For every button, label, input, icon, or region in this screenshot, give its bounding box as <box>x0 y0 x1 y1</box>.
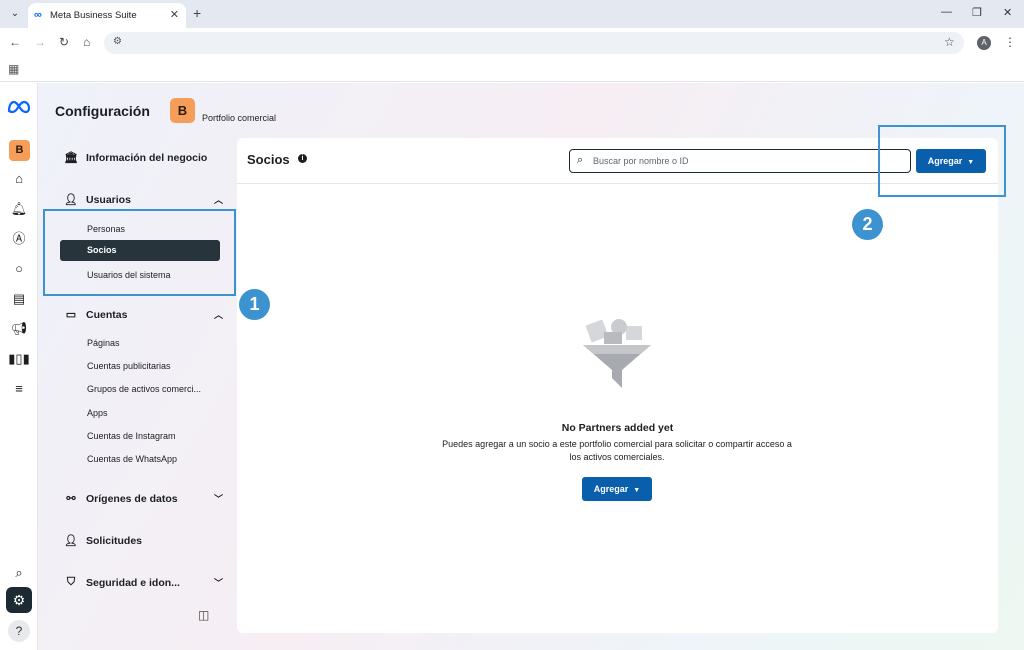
home-icon[interactable]: ⌂ <box>83 35 90 49</box>
browser-toolbar: ← → ↻ ⌂ ⚙ ☆ ⋮ <box>0 28 1024 58</box>
new-tab-icon[interactable]: + <box>193 5 201 21</box>
page-title: Configuración <box>55 103 150 119</box>
collapse-sidebar-icon[interactable]: ◫ <box>198 608 209 622</box>
bookmark-star-icon[interactable]: ☆ <box>944 35 955 49</box>
users-badge-icon: 👤︎ <box>64 194 78 206</box>
info-icon[interactable]: i <box>298 154 307 163</box>
step-badge-2: 2 <box>852 209 883 240</box>
sidebar-item-whatsapp-accounts[interactable]: Cuentas de WhatsApp <box>87 454 177 464</box>
person-request-icon: 👤︎ <box>64 535 78 547</box>
partners-panel: Socios i ⌕ Agregar▼ No Partners added ye… <box>237 138 998 633</box>
site-settings-icon[interactable]: ⚙ <box>113 36 122 47</box>
browser-tab[interactable]: ∞ Meta Business Suite ✕ <box>28 3 186 28</box>
shield-icon: ⛉ <box>66 576 76 588</box>
panel-title: Socios <box>247 152 290 167</box>
empty-state-title: No Partners added yet <box>561 422 674 434</box>
sidebar-item-apps[interactable]: Apps <box>87 408 108 418</box>
notifications-bell-icon[interactable]: 🔔︎ <box>8 198 30 220</box>
sidebar-item-ad-accounts[interactable]: Cuentas publicitarias <box>87 361 171 371</box>
highlight-box-add <box>878 125 1006 197</box>
profile-avatar[interactable]: A <box>977 36 991 50</box>
ads-icon[interactable]: Ⓐ <box>8 228 30 250</box>
left-rail: B ⌂ 🔔︎ Ⓐ ○ ▤ 📢︎ ▮▯▮ ≡ ⌕ ⚙ ? <box>0 83 38 650</box>
empty-funnel-illustration <box>583 319 651 388</box>
meta-logo-icon[interactable] <box>7 100 31 114</box>
portfolio-avatar[interactable]: B <box>170 98 195 123</box>
content-icon[interactable]: ▤ <box>8 288 30 310</box>
help-icon[interactable]: ? <box>8 620 30 642</box>
archive-box-icon: ▭ <box>65 309 77 321</box>
forward-icon[interactable]: → <box>34 35 46 49</box>
step-badge-1: 1 <box>239 289 270 320</box>
restore-icon[interactable]: ❐ <box>972 6 982 19</box>
data-sources-icon: ⚯ <box>66 493 76 505</box>
highlight-box-users <box>43 209 236 296</box>
empty-state-description: Puedes agregar a un socio a este portfol… <box>442 439 792 462</box>
sidebar-item-instagram-accounts[interactable]: Cuentas de Instagram <box>87 431 176 441</box>
reload-icon[interactable]: ↻ <box>59 35 69 49</box>
menu-icon[interactable]: ≡ <box>8 378 30 400</box>
business-suite-app: B ⌂ 🔔︎ Ⓐ ○ ▤ 📢︎ ▮▯▮ ≡ ⌕ ⚙ ? Configuració… <box>0 83 1024 650</box>
chevron-up-icon: ︿ <box>214 195 224 205</box>
sidebar-item-asset-groups[interactable]: Grupos de activos comerci... <box>87 384 201 394</box>
tab-title: Meta Business Suite <box>50 10 137 21</box>
caret-down-icon: ▼ <box>633 487 641 494</box>
search-icon: ⌕ <box>577 154 584 166</box>
inbox-chat-icon[interactable]: ○ <box>8 258 30 280</box>
business-icon: 🏛︎ <box>64 152 78 164</box>
close-tab-icon[interactable]: ✕ <box>170 8 179 21</box>
chevron-up-icon: ︿ <box>214 310 224 320</box>
chevron-down-icon: ﹀ <box>214 578 224 588</box>
insights-chart-icon[interactable]: ▮▯▮ <box>8 348 30 370</box>
settings-gear-icon[interactable]: ⚙ <box>6 587 32 613</box>
tab-search-icon[interactable]: ⌄ <box>6 5 24 23</box>
apps-grid-icon[interactable]: ▦ <box>8 62 19 76</box>
address-bar[interactable]: ⚙ <box>104 32 964 54</box>
home-icon[interactable]: ⌂ <box>8 168 30 190</box>
empty-add-partner-button[interactable]: Agregar ▼ <box>582 477 652 501</box>
search-icon[interactable]: ⌕ <box>8 562 30 584</box>
megaphone-icon[interactable]: 📢︎ <box>8 318 30 340</box>
search-input[interactable] <box>593 153 903 169</box>
back-icon[interactable]: ← <box>9 35 21 49</box>
sidebar-item-pages[interactable]: Páginas <box>87 338 120 348</box>
rail-portfolio-avatar[interactable]: B <box>9 140 30 161</box>
portfolio-name[interactable]: Portfolio comercial <box>202 113 276 123</box>
bookmarks-bar: ▦ <box>0 58 1024 82</box>
browser-menu-icon[interactable]: ⋮ <box>1004 35 1016 49</box>
browser-tab-bar: ⌄ ∞ Meta Business Suite ✕ + — ❐ ✕ <box>0 0 1024 28</box>
chevron-down-icon: ﹀ <box>214 494 224 504</box>
meta-favicon-icon: ∞ <box>34 9 42 21</box>
minimize-icon[interactable]: — <box>941 6 952 18</box>
search-box[interactable]: ⌕ <box>569 149 911 173</box>
close-window-icon[interactable]: ✕ <box>1003 6 1012 19</box>
